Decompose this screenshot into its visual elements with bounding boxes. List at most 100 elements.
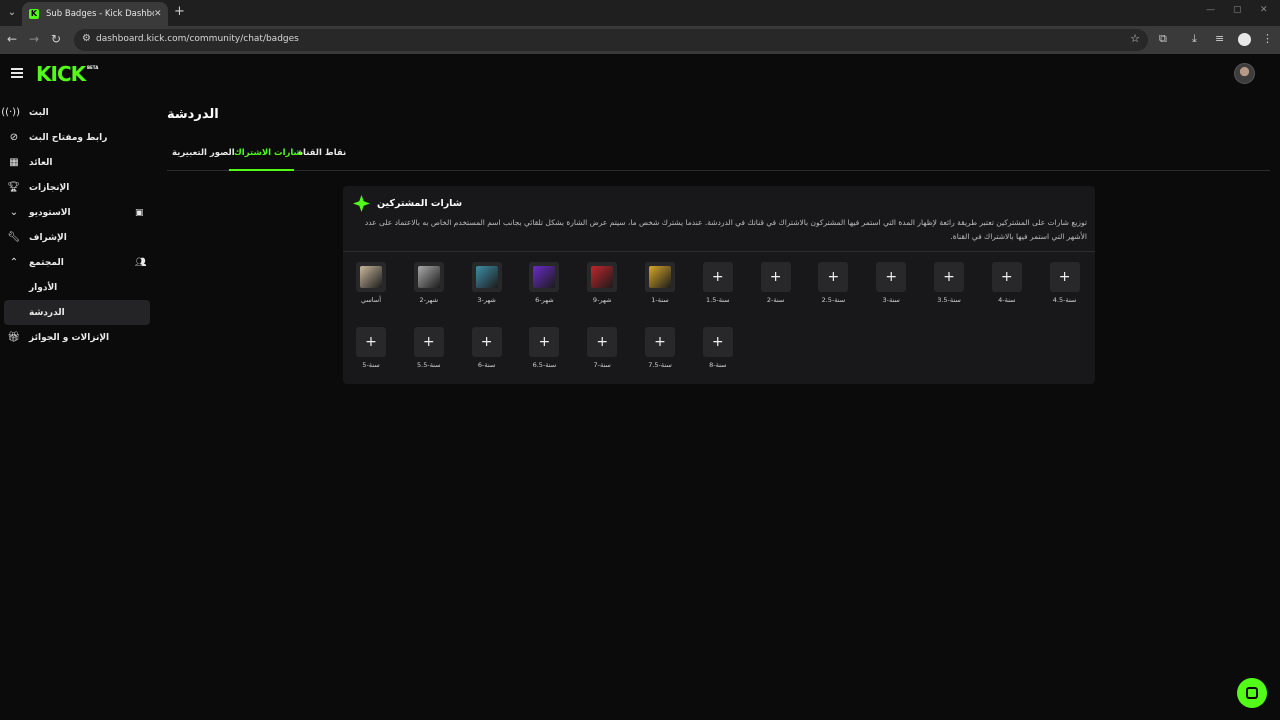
- add-badge-button[interactable]: +: [356, 327, 386, 357]
- badge-slot[interactable]: + سنة-6: [471, 327, 503, 369]
- badge-image-box[interactable]: [645, 262, 675, 292]
- sidebar-item-label: الإنزالات و الجوائز: [29, 332, 110, 343]
- card-title: شارات المشتركين: [377, 198, 463, 209]
- sidebar-item-drops[interactable]: 🎁︎ الإنزالات و الجوائز: [4, 325, 150, 350]
- badge-image: [475, 266, 498, 288]
- badge-slot[interactable]: شهر-9: [586, 262, 618, 304]
- badge-slot[interactable]: + سنة-6.5: [528, 327, 560, 369]
- extensions-icon[interactable]: ⧉: [1159, 32, 1167, 46]
- kick-logo[interactable]: KICK: [36, 62, 86, 86]
- forward-arrow-icon[interactable]: →: [29, 32, 39, 46]
- add-badge-button[interactable]: +: [587, 327, 618, 357]
- tab-sub-badges[interactable]: شارات الاشتراك: [234, 148, 302, 158]
- chat-support-button[interactable]: [1237, 678, 1267, 708]
- badge-image: [533, 266, 556, 288]
- browser-tab[interactable]: K Sub Badges - Kick Dashboard ✕: [22, 2, 168, 26]
- badge-slot[interactable]: سنة-1: [644, 262, 676, 304]
- plus-icon: +: [711, 269, 724, 285]
- badge-image: [360, 266, 382, 288]
- badge-slot[interactable]: + سنة-5: [355, 327, 387, 369]
- back-arrow-icon[interactable]: ←: [7, 32, 17, 46]
- tab-search-chevron-icon[interactable]: ⌄: [4, 5, 20, 21]
- badge-slot[interactable]: + سنة-3: [875, 262, 907, 304]
- add-badge-button[interactable]: +: [876, 262, 907, 292]
- card-description: توزيع شارات على المشتركين تعتبر طريقة را…: [364, 218, 1087, 241]
- tab-emotes[interactable]: الصور التعبيرية: [172, 148, 235, 158]
- badge-slot[interactable]: + سنة-4.5: [1049, 262, 1081, 304]
- plus-icon: +: [596, 334, 609, 350]
- badge-slot[interactable]: + سنة-2.5: [817, 262, 849, 304]
- browser-menu-icon[interactable]: ⋮: [1262, 32, 1273, 45]
- add-badge-button[interactable]: +: [818, 262, 849, 292]
- add-badge-button[interactable]: +: [702, 327, 733, 357]
- badge-image-box[interactable]: [413, 262, 444, 292]
- add-badge-button[interactable]: +: [1049, 262, 1080, 292]
- add-badge-button[interactable]: +: [471, 327, 502, 357]
- hamburger-menu-icon[interactable]: [11, 68, 23, 78]
- sidebar-item-community[interactable]: ⌃ المجتمع 👥︎: [4, 250, 150, 275]
- badge-slot[interactable]: شهر-3: [471, 262, 503, 304]
- site-info-icon[interactable]: ⚙: [82, 33, 91, 44]
- badge-slot[interactable]: شهر-6: [528, 262, 560, 304]
- tab-title: Sub Badges - Kick Dashboard: [46, 9, 154, 19]
- badge-label: سنة-7: [593, 361, 611, 369]
- plus-icon: +: [1058, 269, 1071, 285]
- badge-image-box[interactable]: [471, 262, 502, 292]
- badge-slot[interactable]: + سنة-8: [702, 327, 734, 369]
- reload-icon[interactable]: ↻: [51, 32, 61, 46]
- download-icon[interactable]: ⤓: [1192, 32, 1197, 46]
- broadcast-icon: ((·)): [1, 106, 20, 118]
- badge-slot[interactable]: + سنة-4: [991, 262, 1023, 304]
- plus-icon: +: [827, 269, 840, 285]
- browser-profile-icon[interactable]: [1238, 33, 1251, 46]
- wrench-icon: 🔧︎: [7, 231, 20, 243]
- add-badge-button[interactable]: +: [702, 262, 733, 292]
- sidebar-item-stream[interactable]: ((·)) البث: [1, 100, 150, 125]
- tab-channel-points[interactable]: نقاط القناة: [298, 148, 346, 158]
- plus-icon: +: [365, 334, 377, 350]
- bookmark-star-icon[interactable]: ☆: [1130, 32, 1140, 45]
- close-window-icon[interactable]: ✕: [1260, 5, 1268, 15]
- new-tab-plus-icon[interactable]: +: [174, 4, 185, 19]
- minimize-icon[interactable]: —: [1206, 5, 1215, 15]
- address-bar[interactable]: ⚙ dashboard.kick.com/community/chat/badg…: [74, 29, 1148, 51]
- badge-slot[interactable]: أساسي: [355, 262, 387, 304]
- media-control-icon[interactable]: ≡: [1215, 32, 1224, 45]
- badge-slot[interactable]: + سنة-7: [586, 327, 618, 369]
- maximize-icon[interactable]: ▢: [1233, 5, 1242, 15]
- badge-image-box[interactable]: [529, 262, 560, 292]
- badge-label: سنة-5: [362, 361, 380, 369]
- add-badge-button[interactable]: +: [645, 327, 675, 357]
- sidebar-item-label: العائد: [29, 157, 53, 168]
- sidebar-item-roles[interactable]: الأدوار: [4, 275, 150, 300]
- add-badge-button[interactable]: +: [760, 262, 791, 292]
- sidebar-item-stream-key[interactable]: ⊘ رابط ومفتاح البث: [4, 125, 150, 150]
- add-badge-button[interactable]: +: [529, 327, 560, 357]
- sidebar-item-chat[interactable]: الدردشة: [4, 300, 150, 325]
- sidebar-item-studio[interactable]: ⌄ الاستوديو ▣: [4, 200, 150, 225]
- add-badge-button[interactable]: +: [413, 327, 444, 357]
- badge-image-box[interactable]: [356, 262, 386, 292]
- badge-label: سنة-3: [882, 296, 900, 304]
- add-badge-button[interactable]: +: [991, 262, 1022, 292]
- chat-bubble-icon: [1246, 687, 1258, 699]
- badge-slot[interactable]: + سنة-2: [760, 262, 792, 304]
- sidebar-item-achievements[interactable]: 🏆︎ الإنجازات: [4, 175, 150, 200]
- user-avatar[interactable]: [1234, 63, 1255, 84]
- sidebar-item-label: الإنجازات: [29, 182, 70, 193]
- badge-image: [417, 266, 440, 288]
- badge-slot[interactable]: + سنة-5.5: [413, 327, 445, 369]
- badge-image-box[interactable]: [587, 262, 618, 292]
- badge-label: سنة-8: [709, 361, 727, 369]
- badge-slot[interactable]: + سنة-3.5: [933, 262, 965, 304]
- badge-slot[interactable]: + سنة-7.5: [644, 327, 676, 369]
- badge-slot[interactable]: + سنة-1.5: [702, 262, 734, 304]
- add-badge-button[interactable]: +: [934, 262, 964, 292]
- sidebar-item-moderation[interactable]: 🔧︎ الإشراف: [4, 225, 150, 250]
- badge-slot[interactable]: شهر-2: [413, 262, 445, 304]
- plus-icon: +: [885, 269, 898, 285]
- close-tab-icon[interactable]: ✕: [154, 9, 162, 19]
- badge-label: شهر-3: [477, 296, 496, 304]
- studio-icon: ▣: [135, 207, 144, 218]
- sidebar-item-revenue[interactable]: ▦ العائد: [4, 150, 150, 175]
